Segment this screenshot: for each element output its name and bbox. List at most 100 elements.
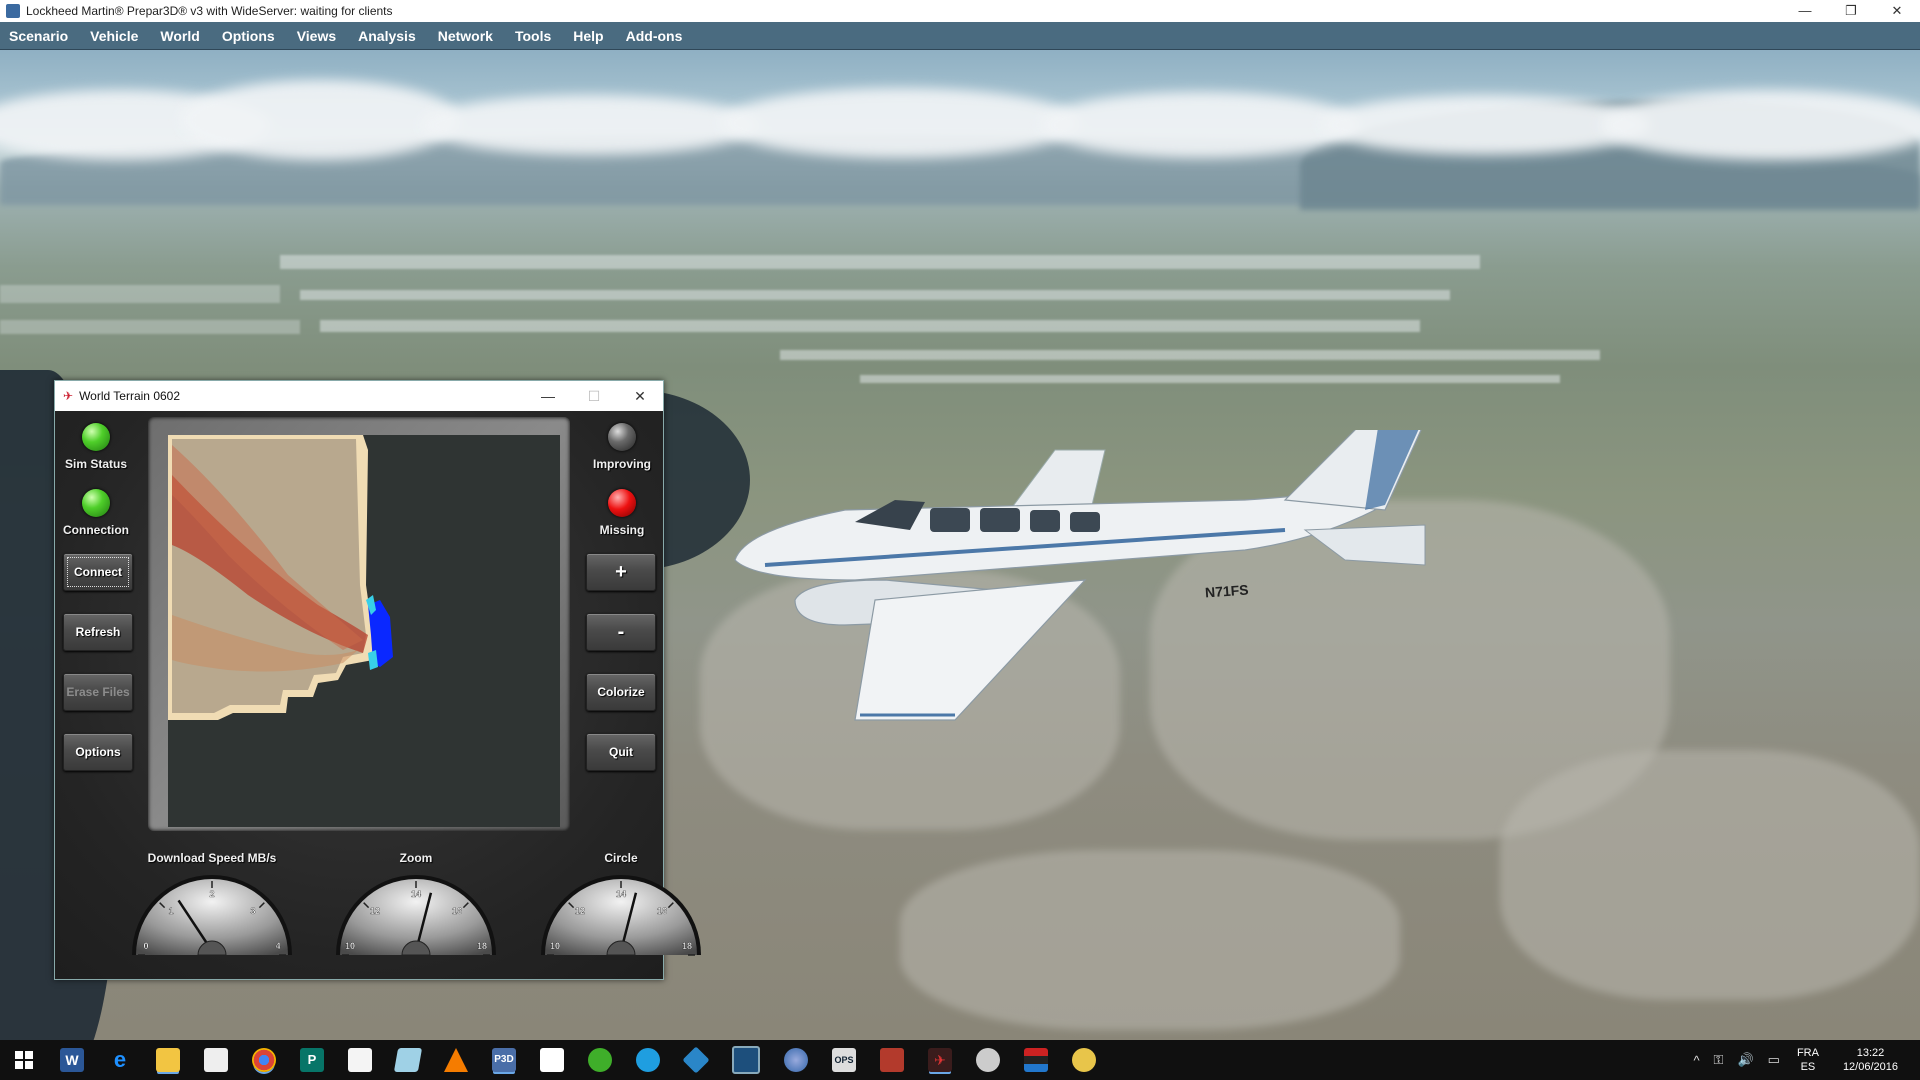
- connection-led-icon: [82, 489, 110, 517]
- sim-status-label: Sim Status: [64, 457, 127, 471]
- input-language[interactable]: FRA ES: [1797, 1046, 1819, 1074]
- cloud: [1600, 90, 1920, 160]
- notepad-icon[interactable]: [393, 1048, 423, 1072]
- volume-icon[interactable]: 🔊: [1737, 1052, 1753, 1068]
- gauge-tick-label: 18: [682, 941, 692, 951]
- gauge-tick-label: 4: [275, 941, 280, 951]
- erase-files-button[interactable]: Erase Files: [63, 673, 133, 711]
- terrain-strip: [0, 320, 300, 334]
- menu-analysis[interactable]: Analysis: [347, 28, 427, 44]
- improving-label: Improving: [592, 457, 651, 471]
- restore-button[interactable]: ❐: [1828, 0, 1874, 22]
- menu-views[interactable]: Views: [286, 28, 347, 44]
- gauge-tick-label: 16: [657, 906, 667, 916]
- rocky-terrain: [1500, 750, 1920, 1000]
- terrain-close-button[interactable]: ✕: [617, 388, 663, 405]
- terrain-strip: [320, 320, 1420, 332]
- edge-icon[interactable]: e: [108, 1048, 132, 1072]
- world-terrain-body: Sim Status Connection Connect Refresh Er…: [55, 411, 701, 979]
- blue-sync-icon[interactable]: [636, 1048, 660, 1072]
- flag-icon[interactable]: [1024, 1048, 1048, 1072]
- rocky-terrain: [900, 850, 1400, 1030]
- network-icon[interactable]: ⚿: [1714, 1052, 1724, 1068]
- download-speed-gauge-title: Download Speed MB/s: [147, 851, 277, 865]
- disc-icon[interactable]: [976, 1048, 1000, 1072]
- terrain-strip: [0, 285, 280, 303]
- connect-button[interactable]: Connect: [63, 553, 133, 591]
- close-button[interactable]: ✕: [1874, 0, 1920, 22]
- gauge-tick-label: 2: [209, 889, 214, 899]
- diamond-app-icon[interactable]: [682, 1046, 710, 1074]
- menu-world[interactable]: World: [149, 28, 210, 44]
- terrain-strip: [780, 350, 1600, 360]
- colorize-button[interactable]: Colorize: [586, 673, 656, 711]
- p3d-icon[interactable]: P3D: [492, 1048, 516, 1072]
- minimize-button[interactable]: —: [1782, 0, 1828, 22]
- publisher-icon[interactable]: P: [300, 1048, 324, 1072]
- notifications-icon[interactable]: ▭: [1768, 1052, 1780, 1068]
- gauge-tick-label: 10: [345, 941, 355, 951]
- circle-gauge: 10 12 14 16 18: [541, 875, 701, 956]
- cloud: [420, 95, 760, 155]
- vlc-icon[interactable]: [444, 1048, 468, 1072]
- word-icon[interactable]: W: [60, 1048, 84, 1072]
- terrain-minimize-button[interactable]: —: [525, 388, 571, 404]
- tail-number: N71FS: [1204, 581, 1250, 601]
- menu-options[interactable]: Options: [211, 28, 286, 44]
- quit-button[interactable]: Quit: [586, 733, 656, 771]
- gauge-tick-label: 16: [452, 906, 462, 916]
- green-app-icon[interactable]: [588, 1048, 612, 1072]
- file-explorer-icon[interactable]: [156, 1048, 180, 1072]
- paint-icon[interactable]: [1072, 1048, 1096, 1072]
- world-terrain-app-icon: ✈: [63, 389, 74, 403]
- windows-start-icon[interactable]: [0, 1040, 48, 1080]
- connection-label: Connection: [63, 523, 129, 537]
- terrain-map-view[interactable]: [168, 435, 560, 827]
- menu-help[interactable]: Help: [562, 28, 614, 44]
- zoom-in-button[interactable]: +: [586, 553, 656, 591]
- clock-time: 13:22: [1856, 1047, 1885, 1059]
- ops-icon[interactable]: OPS: [832, 1048, 856, 1072]
- prepar3d-app-icon: [6, 4, 20, 18]
- system-tray: ^ ⚿ 🔊 ▭ FRA ES 13:22 12/06/2016: [1686, 1040, 1912, 1080]
- red-box-icon[interactable]: [880, 1048, 904, 1072]
- store-icon[interactable]: [204, 1048, 228, 1072]
- menu-scenario[interactable]: Scenario: [0, 28, 79, 44]
- terrain-coverage-map: [168, 435, 393, 720]
- gauge-tick-label: 0: [143, 941, 148, 951]
- taskbar: W e P P3D OPS ✈ ^ ⚿ 🔊 ▭ FRA ES 13:22 12/…: [0, 1040, 1920, 1080]
- airplane-illustration: [734, 409, 1431, 721]
- airplane-app-icon[interactable]: ✈: [928, 1048, 952, 1072]
- document-icon[interactable]: [348, 1048, 372, 1072]
- clock[interactable]: 13:22 12/06/2016: [1843, 1046, 1898, 1074]
- missing-label: Missing: [599, 523, 645, 537]
- menu-vehicle[interactable]: Vehicle: [79, 28, 149, 44]
- options-button[interactable]: Options: [63, 733, 133, 771]
- world-terrain-window: ✈ World Terrain 0602 — ☐ ✕ Sim Status Co…: [54, 380, 701, 980]
- terrain-map-frame: [148, 417, 570, 831]
- missing-led-icon: [608, 489, 636, 517]
- cloud: [720, 88, 1080, 158]
- menu-tools[interactable]: Tools: [504, 28, 562, 44]
- globe-icon[interactable]: [784, 1048, 808, 1072]
- improving-led-icon: [608, 423, 636, 451]
- menu-network[interactable]: Network: [427, 28, 504, 44]
- cloud: [180, 80, 460, 160]
- monitor-icon[interactable]: [732, 1046, 760, 1074]
- zoom-gauge: 10 12 14 16 18: [336, 875, 496, 956]
- sim-status-led-icon: [82, 423, 110, 451]
- clock-date: 12/06/2016: [1842, 1061, 1898, 1073]
- zoom-out-button[interactable]: -: [586, 613, 656, 651]
- menu-addons[interactable]: Add-ons: [615, 28, 694, 44]
- terrain-maximize-button: ☐: [587, 387, 601, 404]
- cloud: [1040, 92, 1360, 158]
- refresh-button[interactable]: Refresh: [63, 613, 133, 651]
- world-terrain-titlebar: ✈ World Terrain 0602 — ☐ ✕: [55, 381, 663, 411]
- tray-overflow-chevron-icon[interactable]: ^: [1693, 1053, 1699, 1068]
- blank-document-icon[interactable]: [540, 1048, 564, 1072]
- gauge-tick-label: 12: [575, 906, 585, 916]
- world-terrain-title: World Terrain 0602: [79, 389, 181, 403]
- chrome-icon[interactable]: [252, 1048, 276, 1072]
- menu-bar: Scenario Vehicle World Options Views Ana…: [0, 22, 1920, 50]
- window-title: Lockheed Martin® Prepar3D® v3 with WideS…: [26, 4, 393, 18]
